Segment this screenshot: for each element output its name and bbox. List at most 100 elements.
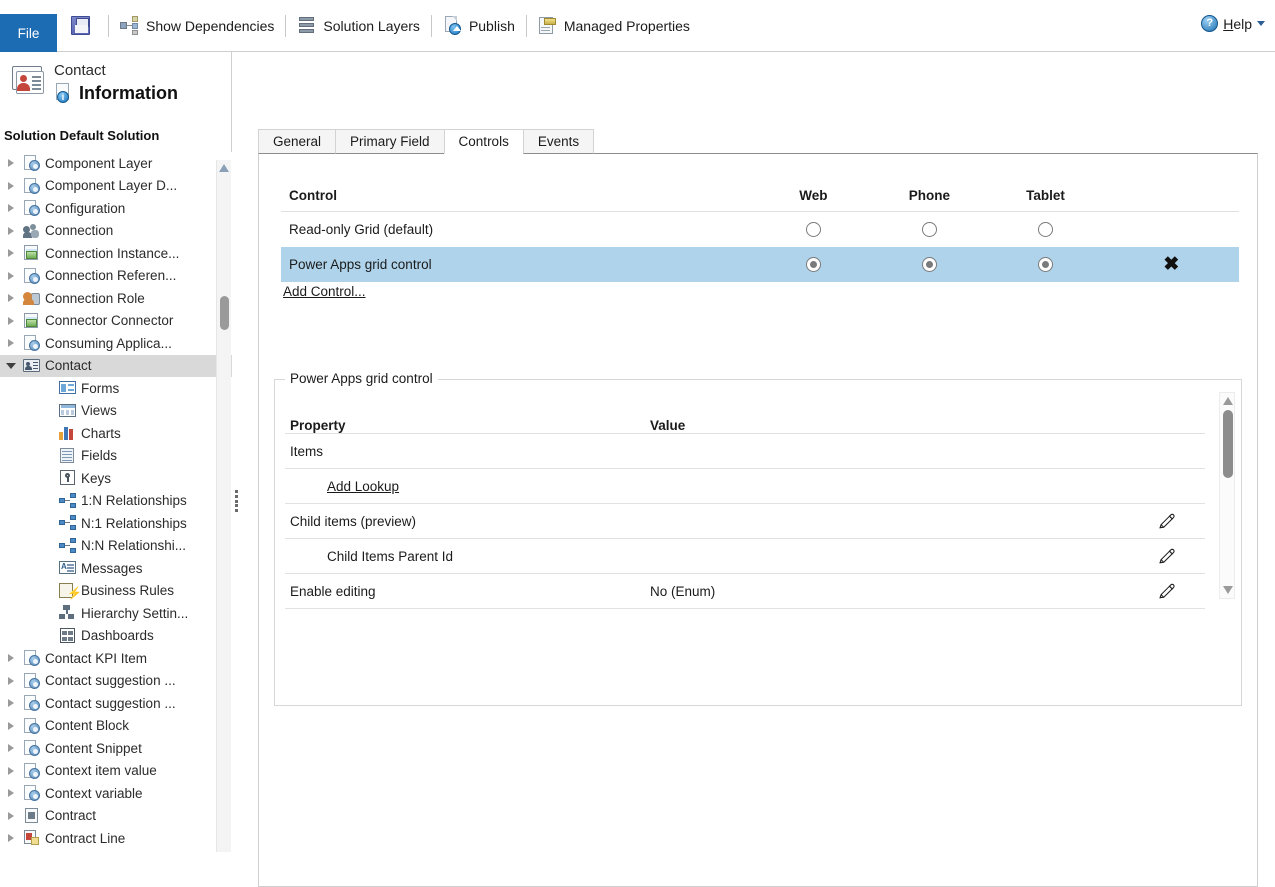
- tree-expander[interactable]: [4, 362, 18, 369]
- tree-item-configuration[interactable]: Configuration: [0, 197, 232, 220]
- tree-expander[interactable]: [4, 316, 18, 325]
- tree-item-connector-connector[interactable]: Connector Connector: [0, 310, 232, 333]
- tree-expander[interactable]: [4, 181, 18, 190]
- tree-expander[interactable]: [4, 271, 18, 280]
- tree-expander[interactable]: [4, 699, 18, 708]
- tree-expander[interactable]: [4, 789, 18, 798]
- tree-item-keys[interactable]: Keys: [0, 467, 232, 490]
- tree-item-n-1-relationships[interactable]: N:1 Relationships: [0, 512, 232, 535]
- tree-item-connection-role[interactable]: Connection Role: [0, 287, 232, 310]
- tree-item-contract[interactable]: Contract: [0, 805, 232, 828]
- tree-item-context-variable[interactable]: Context variable: [0, 782, 232, 805]
- add-control-link[interactable]: Add Control...: [283, 284, 366, 299]
- tree-item-component-layer-d[interactable]: Component Layer D...: [0, 175, 232, 198]
- property-row[interactable]: Enable editing No (Enum): [285, 574, 1205, 609]
- edit-pencil-icon[interactable]: [1157, 582, 1176, 601]
- tree-expander[interactable]: [4, 294, 18, 303]
- tree-expander[interactable]: [4, 339, 18, 348]
- tree-item-connection-instance[interactable]: Connection Instance...: [0, 242, 232, 265]
- chevron-down-icon[interactable]: [6, 362, 16, 369]
- tree-item-views[interactable]: Views: [0, 400, 232, 423]
- tree-item-1-n-relationships[interactable]: 1:N Relationships: [0, 490, 232, 513]
- tree-item-contact-kpi-item[interactable]: Contact KPI Item: [0, 647, 232, 670]
- pane-splitter-handle[interactable]: [233, 490, 240, 512]
- tree-item-charts[interactable]: Charts: [0, 422, 232, 445]
- web-radio[interactable]: [805, 222, 821, 237]
- chevron-right-icon[interactable]: [8, 834, 14, 843]
- properties-scrollbar[interactable]: [1219, 392, 1235, 599]
- chevron-right-icon[interactable]: [8, 249, 14, 258]
- tree-item-contact-suggestion[interactable]: Contact suggestion ...: [0, 692, 232, 715]
- solution-layers-button[interactable]: Solution Layers: [288, 0, 429, 51]
- tree-item-content-block[interactable]: Content Block: [0, 715, 232, 738]
- control-row[interactable]: Power Apps grid control ✖: [281, 247, 1239, 282]
- tree-item-connection-referen[interactable]: Connection Referen...: [0, 265, 232, 288]
- tree-expander[interactable]: [4, 744, 18, 753]
- remove-control-icon[interactable]: ✖: [1163, 255, 1179, 274]
- tree-expander[interactable]: [4, 721, 18, 730]
- tree-expander[interactable]: [4, 676, 18, 685]
- tree-item-context-item-value[interactable]: Context item value: [0, 760, 232, 783]
- property-row[interactable]: Items: [285, 434, 1205, 469]
- tablet-radio[interactable]: [1038, 257, 1054, 272]
- tree-expander[interactable]: [4, 226, 18, 235]
- chevron-right-icon[interactable]: [8, 271, 14, 280]
- chevron-right-icon[interactable]: [8, 789, 14, 798]
- save-button[interactable]: [57, 0, 106, 51]
- property-row[interactable]: Child items (preview): [285, 504, 1205, 539]
- chevron-right-icon[interactable]: [8, 204, 14, 213]
- tab-events[interactable]: Events: [522, 129, 595, 154]
- managed-properties-button[interactable]: Managed Properties: [529, 0, 699, 51]
- property-row[interactable]: Add Lookup: [285, 469, 1205, 504]
- tree-item-hierarchy-settin[interactable]: Hierarchy Settin...: [0, 602, 232, 625]
- phone-radio[interactable]: [921, 257, 937, 272]
- tree-item-component-layer[interactable]: Component Layer: [0, 152, 232, 175]
- tree-scrollbar[interactable]: [216, 160, 231, 852]
- tablet-radio[interactable]: [1038, 222, 1054, 237]
- tree-expander[interactable]: [4, 249, 18, 258]
- tree-item-dashboards[interactable]: Dashboards: [0, 625, 232, 648]
- scroll-up-icon[interactable]: [1222, 397, 1233, 405]
- edit-pencil-icon[interactable]: [1157, 547, 1176, 566]
- control-row[interactable]: Read-only Grid (default): [281, 212, 1239, 247]
- edit-pencil-icon[interactable]: [1157, 512, 1176, 531]
- tree-item-forms[interactable]: Forms: [0, 377, 232, 400]
- chevron-right-icon[interactable]: [8, 226, 14, 235]
- tree-expander[interactable]: [4, 766, 18, 775]
- chevron-right-icon[interactable]: [8, 654, 14, 663]
- chevron-right-icon[interactable]: [8, 316, 14, 325]
- chevron-right-icon[interactable]: [8, 699, 14, 708]
- tree-item-contract-line[interactable]: Contract Line: [0, 827, 232, 850]
- chevron-right-icon[interactable]: [8, 294, 14, 303]
- chevron-right-icon[interactable]: [8, 721, 14, 730]
- tab-controls[interactable]: Controls: [443, 129, 524, 154]
- scroll-up-icon[interactable]: [219, 164, 229, 172]
- chevron-right-icon[interactable]: [8, 159, 14, 168]
- tree-item-messages[interactable]: A Messages: [0, 557, 232, 580]
- entity-tree[interactable]: Component Layer Component Layer D... Confi…: [0, 152, 232, 852]
- property-row[interactable]: Child Items Parent Id: [285, 539, 1205, 574]
- tab-primary-field[interactable]: Primary Field: [335, 129, 445, 154]
- tree-expander[interactable]: [4, 204, 18, 213]
- publish-button[interactable]: Publish: [434, 0, 524, 51]
- tree-item-content-snippet[interactable]: Content Snippet: [0, 737, 232, 760]
- tree-item-fields[interactable]: Fields: [0, 445, 232, 468]
- help-button[interactable]: ? Help: [1201, 15, 1265, 32]
- scroll-down-icon[interactable]: [1222, 586, 1233, 594]
- chevron-right-icon[interactable]: [8, 766, 14, 775]
- chevron-right-icon[interactable]: [8, 676, 14, 685]
- chevron-right-icon[interactable]: [8, 339, 14, 348]
- property-link[interactable]: Add Lookup: [285, 479, 650, 494]
- tree-item-n-n-relationshi[interactable]: N:N Relationshi...: [0, 535, 232, 558]
- show-dependencies-button[interactable]: Show Dependencies: [111, 0, 283, 51]
- tree-expander[interactable]: [4, 834, 18, 843]
- scrollbar-thumb[interactable]: [220, 296, 229, 330]
- phone-radio[interactable]: [921, 222, 937, 237]
- tab-general[interactable]: General: [258, 129, 337, 154]
- chevron-right-icon[interactable]: [8, 811, 14, 820]
- scrollbar-thumb[interactable]: [1222, 410, 1233, 478]
- tree-item-contact[interactable]: Contact: [0, 354, 232, 377]
- tree-item-consuming-applica[interactable]: Consuming Applica...: [0, 332, 232, 355]
- chevron-right-icon[interactable]: [8, 744, 14, 753]
- tree-expander[interactable]: [4, 654, 18, 663]
